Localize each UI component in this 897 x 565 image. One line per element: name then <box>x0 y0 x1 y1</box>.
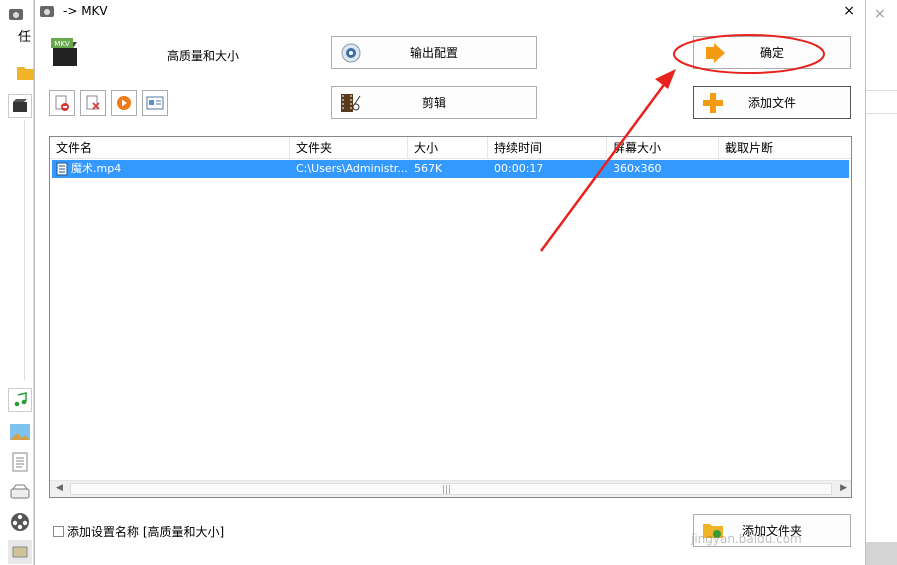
delete-icon <box>86 95 100 110</box>
disc-icon[interactable] <box>8 480 32 504</box>
film-icon[interactable] <box>8 94 32 118</box>
music-icon[interactable] <box>8 388 32 412</box>
scroll-grip-icon: ||| <box>442 485 452 495</box>
info-icon <box>146 96 164 110</box>
dialog-title: -> MKV <box>63 4 108 18</box>
ok-label: 确定 <box>759 46 784 60</box>
background-status-strip <box>866 542 897 565</box>
dialog-app-icon <box>39 3 55 22</box>
background-sidebar: 任 <box>0 0 35 565</box>
play-icon <box>117 96 131 110</box>
col-folder[interactable]: 文件夹 <box>290 137 408 159</box>
media-info-button[interactable] <box>142 90 168 116</box>
add-setting-name-label: 添加设置名称 [高质量和大小] <box>67 525 225 539</box>
mkv-profile-icon[interactable]: MKV <box>51 38 79 68</box>
cell-duration: 00:00:17 <box>494 162 544 175</box>
output-config-label: 输出配置 <box>409 46 458 60</box>
cell-filename: 魔术.mp4 <box>52 160 290 178</box>
background-close-icon: × <box>874 6 886 22</box>
horizontal-scrollbar[interactable]: ◀ ||| ▶ <box>50 480 851 497</box>
app-icon <box>4 2 28 26</box>
cell-folder: C:\Users\Administr... <box>296 162 408 175</box>
scroll-left-icon[interactable]: ◀ <box>56 483 63 493</box>
col-filename[interactable]: 文件名 <box>50 137 290 159</box>
add-file-label: 添加文件 <box>747 96 796 110</box>
background-title: 任 <box>18 30 32 45</box>
ok-button[interactable]: 确定 <box>693 36 851 69</box>
cell-clip <box>719 160 847 178</box>
picture-icon[interactable] <box>8 420 32 444</box>
add-setting-name-checkbox[interactable] <box>53 526 64 537</box>
file-table[interactable]: 文件名 文件夹 大小 持续时间 屏幕大小 截取片断 魔术.mp4 C:\User… <box>49 136 852 498</box>
background-row <box>866 90 897 114</box>
play-button[interactable] <box>111 90 137 116</box>
cell-size: 567K <box>414 162 443 175</box>
profile-name: 高质量和大小 <box>167 49 240 63</box>
edit-label: 剪辑 <box>421 96 446 110</box>
background-panel <box>24 120 34 380</box>
mkv-dialog: -> MKV × MKV 高质量和大小 输出配置 确定 剪辑 添加文件 文件名 … <box>34 0 866 565</box>
file-name: 魔术.mp4 <box>71 162 122 175</box>
col-clip[interactable]: 截取片断 <box>719 137 851 159</box>
mkv-badge-text: MKV <box>54 40 70 48</box>
table-header: 文件名 文件夹 大小 持续时间 屏幕大小 截取片断 <box>50 137 851 159</box>
document-icon[interactable] <box>8 450 32 474</box>
file-icon <box>56 162 68 176</box>
taskbar-icon[interactable] <box>8 540 32 564</box>
close-icon[interactable]: × <box>843 3 855 19</box>
scroll-right-icon[interactable]: ▶ <box>840 483 847 493</box>
add-file-button[interactable]: 添加文件 <box>693 86 851 119</box>
remove-icon <box>55 95 69 111</box>
reel-icon[interactable] <box>8 510 32 534</box>
cell-screen-size: 360x360 <box>613 162 662 175</box>
col-screen-size[interactable]: 屏幕大小 <box>607 137 719 159</box>
col-size[interactable]: 大小 <box>408 137 488 159</box>
col-duration[interactable]: 持续时间 <box>488 137 607 159</box>
table-row[interactable]: 魔术.mp4 C:\Users\Administr... 567K 00:00:… <box>52 160 849 178</box>
clear-list-button[interactable] <box>80 90 106 116</box>
background-right-panel: × <box>866 0 897 565</box>
output-config-button[interactable]: 输出配置 <box>331 36 537 69</box>
remove-file-button[interactable] <box>49 90 75 116</box>
watermark: jingyan.baidu.com <box>691 532 802 546</box>
edit-button[interactable]: 剪辑 <box>331 86 537 119</box>
